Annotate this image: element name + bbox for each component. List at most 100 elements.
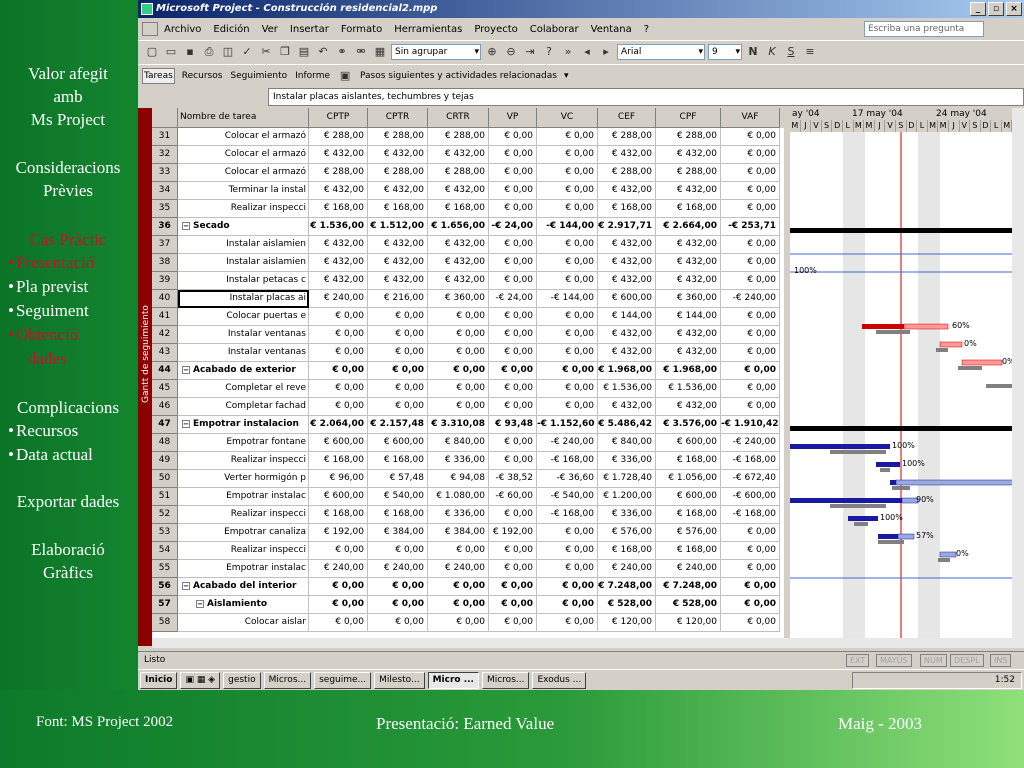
- task-name-cell[interactable]: Instalar aislamien: [178, 254, 309, 272]
- cell-cptp[interactable]: € 432,00: [309, 146, 368, 164]
- task-bar-actual[interactable]: [790, 498, 902, 503]
- row-id[interactable]: 37: [152, 236, 178, 254]
- row-selector-header[interactable]: [152, 108, 178, 128]
- cell-cptr[interactable]: € 600,00: [368, 434, 428, 452]
- row-id[interactable]: 43: [152, 344, 178, 362]
- cell-vp[interactable]: € 93,48: [489, 416, 537, 434]
- menu-herramientas[interactable]: Herramientas: [388, 24, 468, 35]
- cell-vaf[interactable]: -€ 1.910,42: [721, 416, 780, 434]
- cell-vc[interactable]: € 0,00: [537, 308, 598, 326]
- cell-cptr[interactable]: € 240,00: [368, 560, 428, 578]
- cell-cpf[interactable]: € 432,00: [656, 326, 721, 344]
- cell-cpf[interactable]: € 432,00: [656, 398, 721, 416]
- cell-vp[interactable]: € 0,00: [489, 560, 537, 578]
- cell-cpf[interactable]: € 2.664,00: [656, 218, 721, 236]
- open-folder-icon[interactable]: ▭: [163, 44, 179, 60]
- row-id[interactable]: 39: [152, 272, 178, 290]
- cell-cptr[interactable]: € 432,00: [368, 254, 428, 272]
- cell-cef[interactable]: € 1.728,40: [598, 470, 656, 488]
- task-name-cell[interactable]: − Acabado de exterior: [178, 362, 309, 380]
- cell-vaf[interactable]: € 0,00: [721, 614, 780, 632]
- horizontal-scrollbar[interactable]: [152, 638, 1024, 648]
- cell-vp[interactable]: € 0,00: [489, 362, 537, 380]
- task-name-cell[interactable]: Instalar aislamien: [178, 236, 309, 254]
- cell-cptp[interactable]: € 2.064,00: [309, 416, 368, 434]
- cell-vaf[interactable]: € 0,00: [721, 596, 780, 614]
- toolbar-options-icon[interactable]: »: [560, 44, 576, 60]
- cell-vaf[interactable]: -€ 168,00: [721, 506, 780, 524]
- task-bar[interactable]: [939, 341, 963, 348]
- zoom-in-icon[interactable]: ⊕: [484, 44, 500, 60]
- align-left-icon[interactable]: ≡: [802, 44, 818, 60]
- task-name-cell[interactable]: Completar el reve: [178, 380, 309, 398]
- cell-cptr[interactable]: € 432,00: [368, 146, 428, 164]
- cell-cpf[interactable]: € 7.248,00: [656, 578, 721, 596]
- cell-cptr[interactable]: € 2.157,48: [368, 416, 428, 434]
- task-name-cell[interactable]: Empotrar instalac: [178, 488, 309, 506]
- zoom-out-icon[interactable]: ⊖: [503, 44, 519, 60]
- cell-vc[interactable]: € 0,00: [537, 542, 598, 560]
- taskbar-item-seguime[interactable]: seguime...: [314, 671, 372, 689]
- cell-crtr[interactable]: € 3.310,08: [428, 416, 489, 434]
- cell-crtr[interactable]: € 0,00: [428, 542, 489, 560]
- cell-vc[interactable]: -€ 168,00: [537, 452, 598, 470]
- cell-crtr[interactable]: € 432,00: [428, 182, 489, 200]
- menu-ver[interactable]: Ver: [256, 24, 284, 35]
- scroll-left-icon[interactable]: ◂: [579, 44, 595, 60]
- cell-cptp[interactable]: € 0,00: [309, 596, 368, 614]
- underline-button[interactable]: S: [783, 44, 799, 60]
- cell-vp[interactable]: € 0,00: [489, 452, 537, 470]
- cell-cpf[interactable]: € 360,00: [656, 290, 721, 308]
- column-header-vc[interactable]: VC: [537, 108, 598, 128]
- row-id[interactable]: 34: [152, 182, 178, 200]
- cell-vaf[interactable]: € 0,00: [721, 236, 780, 254]
- spelling-icon[interactable]: ✓: [239, 44, 255, 60]
- paste-icon[interactable]: ▤: [296, 44, 312, 60]
- cell-vaf[interactable]: € 0,00: [721, 362, 780, 380]
- table-row[interactable]: 58 Colocar aislar € 0,00 € 0,00 € 0,00 € 0,00…: [152, 614, 784, 632]
- task-name-cell[interactable]: Completar fachad: [178, 398, 309, 416]
- cell-crtr[interactable]: € 0,00: [428, 344, 489, 362]
- cell-vaf[interactable]: € 0,00: [721, 524, 780, 542]
- table-row[interactable]: 33 Colocar el armazó € 288,00 € 288,00 € 288…: [152, 164, 784, 182]
- cell-cptr[interactable]: € 0,00: [368, 326, 428, 344]
- cell-cptp[interactable]: € 0,00: [309, 380, 368, 398]
- cell-cef[interactable]: € 1.968,00: [598, 362, 656, 380]
- ask-question-box[interactable]: Escriba una pregunta: [864, 21, 984, 37]
- row-id[interactable]: 56: [152, 578, 178, 596]
- print-preview-icon[interactable]: ◫: [220, 44, 236, 60]
- undo-icon[interactable]: ↶: [315, 44, 331, 60]
- table-row[interactable]: 35 Realizar inspecci € 168,00 € 168,00 € 168…: [152, 200, 784, 218]
- task-bar-remaining[interactable]: [895, 479, 1024, 486]
- cell-vaf[interactable]: € 0,00: [721, 200, 780, 218]
- cell-cptr[interactable]: € 168,00: [368, 506, 428, 524]
- task-name-cell[interactable]: Colocar puertas e: [178, 308, 309, 326]
- taskbar-item-milesto[interactable]: Milesto...: [374, 671, 425, 689]
- cell-cpf[interactable]: € 432,00: [656, 146, 721, 164]
- table-row[interactable]: 57− Aislamiento € 0,00 € 0,00 € 0,00 € 0,00 € …: [152, 596, 784, 614]
- cell-vp[interactable]: -€ 38,52: [489, 470, 537, 488]
- cell-vp[interactable]: € 0,00: [489, 344, 537, 362]
- menu-proyecto[interactable]: Proyecto: [468, 24, 523, 35]
- cell-cpf[interactable]: € 1.056,00: [656, 470, 721, 488]
- cell-vaf[interactable]: € 0,00: [721, 254, 780, 272]
- cell-cptp[interactable]: € 240,00: [309, 560, 368, 578]
- table-row[interactable]: 41 Colocar puertas e € 0,00 € 0,00 € 0,00 € 0…: [152, 308, 784, 326]
- cell-crtr[interactable]: € 0,00: [428, 578, 489, 596]
- cell-cpf[interactable]: € 288,00: [656, 164, 721, 182]
- cell-cef[interactable]: € 2.917,71: [598, 218, 656, 236]
- summary-bar[interactable]: [790, 426, 1024, 431]
- task-name-cell[interactable]: − Acabado del interior: [178, 578, 309, 596]
- table-row[interactable]: 48 Empotrar fontane € 600,00 € 600,00 € 840,…: [152, 434, 784, 452]
- table-row[interactable]: 34 Terminar la instal € 432,00 € 432,00 € 43…: [152, 182, 784, 200]
- row-id[interactable]: 44: [152, 362, 178, 380]
- cell-vaf[interactable]: € 0,00: [721, 380, 780, 398]
- cell-cpf[interactable]: € 432,00: [656, 272, 721, 290]
- link-tasks-icon[interactable]: ⚭: [334, 44, 350, 60]
- cell-crtr[interactable]: € 336,00: [428, 506, 489, 524]
- cell-cptr[interactable]: € 288,00: [368, 128, 428, 146]
- cell-crtr[interactable]: € 0,00: [428, 596, 489, 614]
- cell-cpf[interactable]: € 528,00: [656, 596, 721, 614]
- cell-vp[interactable]: € 192,00: [489, 524, 537, 542]
- cell-cptr[interactable]: € 168,00: [368, 200, 428, 218]
